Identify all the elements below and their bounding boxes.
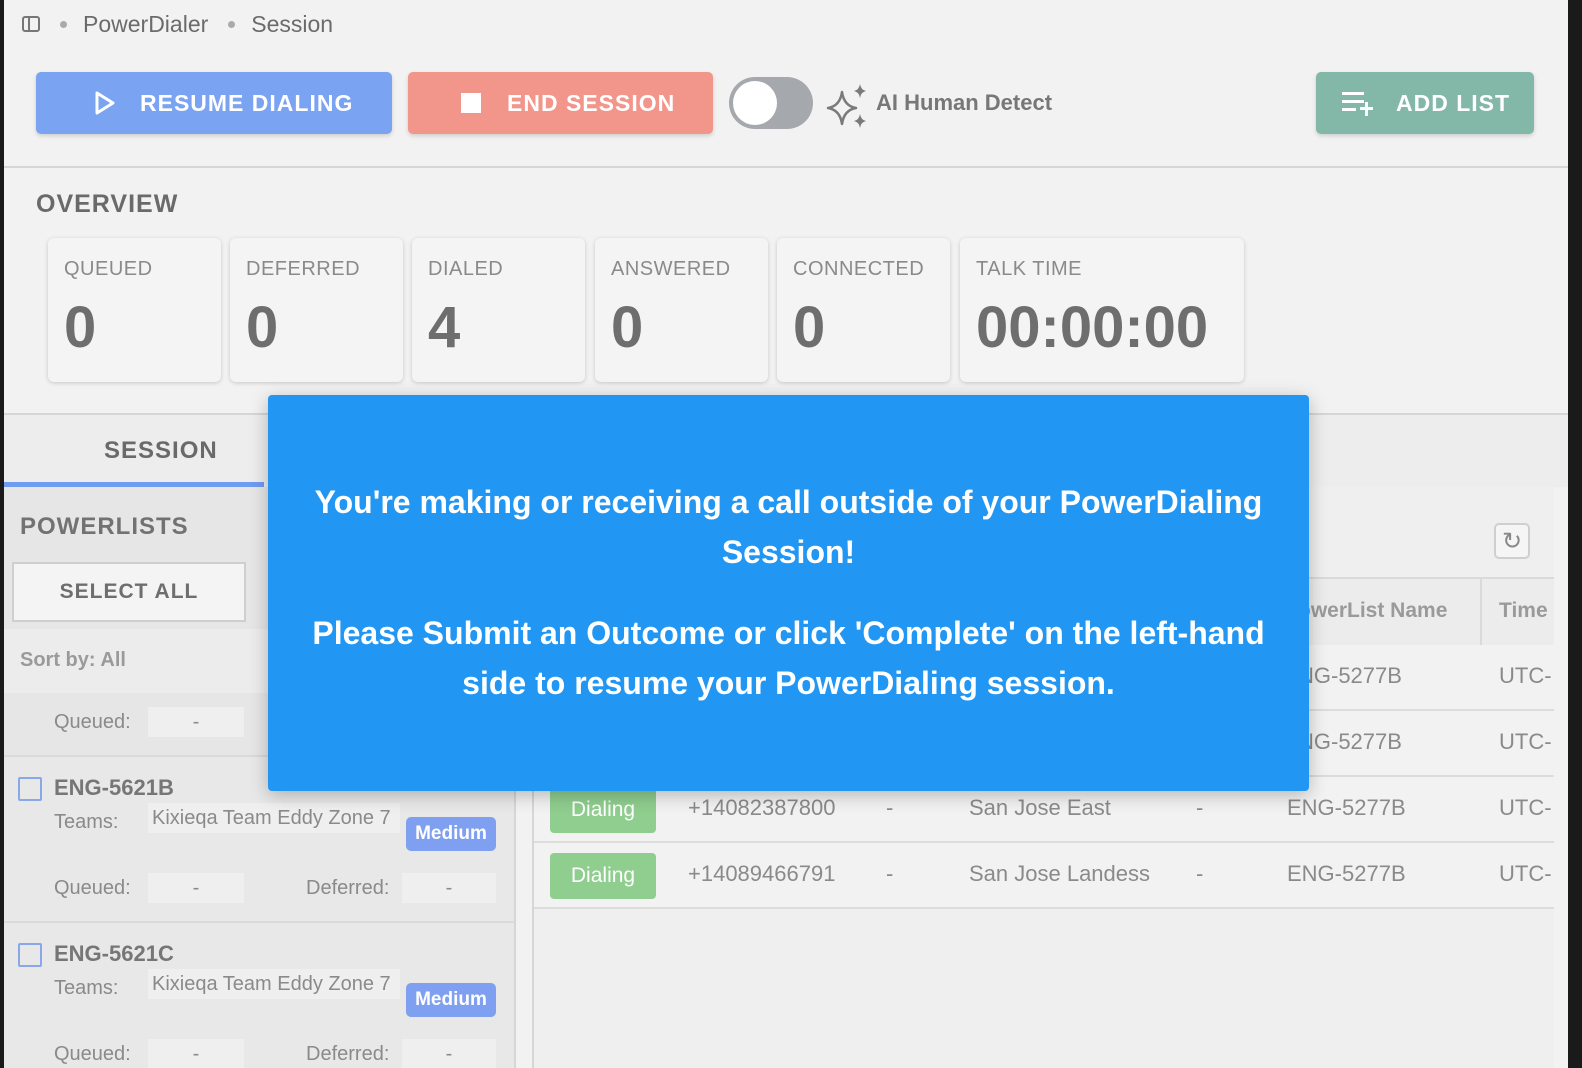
deferred-label: Deferred: [306, 877, 390, 899]
cell-powerlist: NG-5277B [1298, 729, 1402, 754]
breadcrumb-powerdialer[interactable]: PowerDialer [83, 11, 208, 38]
stat-card-answered: ANSWERED 0 [595, 238, 768, 382]
sparkle-icon [826, 84, 866, 128]
stat-card-connected: CONNECTED 0 [777, 238, 950, 382]
stat-value: 4 [428, 295, 461, 360]
end-session-button[interactable]: END SESSION [408, 72, 713, 134]
stop-icon [461, 93, 481, 113]
queued-value: - [148, 1039, 244, 1068]
sidebar-toggle-icon[interactable] [22, 16, 40, 32]
checkbox-icon[interactable] [18, 777, 42, 801]
cell-col5: - [1196, 795, 1204, 820]
stat-label: QUEUED [64, 258, 153, 280]
column-divider [1480, 579, 1482, 645]
add-list-button[interactable]: ADD LIST [1316, 72, 1534, 134]
cell-col3: - [886, 861, 894, 886]
table-row[interactable]: Dialing +14089466791 - San Jose Landess … [534, 843, 1554, 909]
app-window: PowerDialer Session RESUME DIALING END S… [4, 0, 1568, 1068]
stat-card-dialed: DIALED 4 [412, 238, 585, 382]
deferred-value: - [402, 873, 496, 903]
refresh-icon[interactable]: ↻ [1494, 523, 1530, 559]
select-all-button[interactable]: SELECT ALL [12, 562, 246, 622]
queued-label: Queued: [54, 877, 131, 899]
breadcrumb-separator [228, 20, 236, 28]
modal-message: You're making or receiving a call outsid… [314, 484, 1263, 570]
resume-dialing-button[interactable]: RESUME DIALING [36, 72, 392, 134]
priority-badge: Medium [406, 817, 496, 851]
cell-location: San Jose Landess [969, 861, 1151, 886]
powerlist-name: ENG-5621B [54, 775, 174, 800]
checkbox-icon[interactable] [18, 943, 42, 967]
powerlists-title: POWERLISTS [20, 513, 189, 540]
call-outside-session-modal: You're making or receiving a call outsid… [268, 395, 1309, 791]
breadcrumb: PowerDialer Session [4, 0, 1568, 48]
cell-time: UTC- [1499, 795, 1552, 820]
cell-phone: +14089466791 [688, 861, 836, 886]
cell-powerlist: ENG-5277B [1287, 861, 1406, 886]
list-item[interactable]: ENG-5621C Teams: Kixieqa Team Eddy Zone … [4, 921, 514, 1068]
sort-dropdown[interactable]: Sort by: All [20, 649, 126, 672]
toggle-knob [733, 81, 777, 125]
header-powerlist-name[interactable]: owerList Name [1298, 599, 1447, 623]
cell-time: UTC- [1499, 729, 1552, 754]
powerlist-name: ENG-5621C [54, 941, 174, 966]
stat-label: DEFERRED [246, 258, 361, 280]
priority-badge: Medium [406, 983, 496, 1017]
cell-phone: +14082387800 [688, 795, 836, 820]
header-time[interactable]: Time [1499, 599, 1548, 623]
play-icon [95, 91, 115, 115]
cell-location: San Jose East [969, 795, 1111, 820]
cell-col5: - [1196, 861, 1204, 886]
cell-time: UTC- [1499, 861, 1552, 886]
stat-label: CONNECTED [793, 258, 925, 280]
breadcrumb-separator [60, 20, 67, 28]
overview-title: OVERVIEW [36, 190, 179, 218]
stat-card-queued: QUEUED 0 [48, 238, 221, 382]
breadcrumb-session: Session [251, 10, 334, 37]
queued-value: - [148, 707, 244, 737]
playlist-add-icon [1342, 92, 1373, 116]
ai-human-detect-toggle[interactable] [729, 77, 813, 129]
teams-label: Teams: [54, 977, 119, 999]
stat-label: DIALED [428, 258, 504, 280]
status-badge: Dialing [550, 787, 656, 833]
cell-time: UTC- [1499, 663, 1552, 688]
resume-dialing-label: RESUME DIALING [140, 89, 354, 116]
end-session-label: END SESSION [507, 89, 676, 116]
teams-label: Teams: [54, 811, 119, 833]
stat-value: 0 [64, 295, 97, 360]
stat-card-talk-time: TALK TIME 00:00:00 [960, 238, 1244, 382]
cell-col3: - [886, 795, 894, 820]
teams-value: Kixieqa Team Eddy Zone 7 [148, 969, 400, 999]
stat-value: 0 [246, 295, 279, 360]
stat-value: 0 [793, 295, 826, 360]
deferred-value: - [402, 1039, 496, 1068]
deferred-label: Deferred: [306, 1043, 390, 1065]
stat-value: 00:00:00 [976, 295, 1209, 360]
stat-label: ANSWERED [611, 258, 731, 280]
cell-powerlist: NG-5277B [1298, 663, 1402, 688]
modal-instruction: Please Submit an Outcome or click 'Compl… [312, 615, 1265, 701]
cell-powerlist: ENG-5277B [1287, 795, 1406, 820]
tab-session[interactable]: SESSION [104, 437, 218, 465]
stat-value: 0 [611, 295, 644, 360]
teams-value: Kixieqa Team Eddy Zone 7 [148, 803, 400, 833]
queued-value: - [148, 873, 244, 903]
ai-human-detect-label: AI Human Detect [876, 90, 1053, 115]
status-badge: Dialing [550, 853, 656, 899]
add-list-label: ADD LIST [1396, 89, 1511, 116]
queued-label: Queued: [54, 711, 131, 733]
stat-card-deferred: DEFERRED 0 [230, 238, 403, 382]
stat-label: TALK TIME [976, 258, 1083, 280]
toolbar: RESUME DIALING END SESSION AI Human Dete… [4, 60, 1568, 168]
queued-label: Queued: [54, 1043, 131, 1065]
